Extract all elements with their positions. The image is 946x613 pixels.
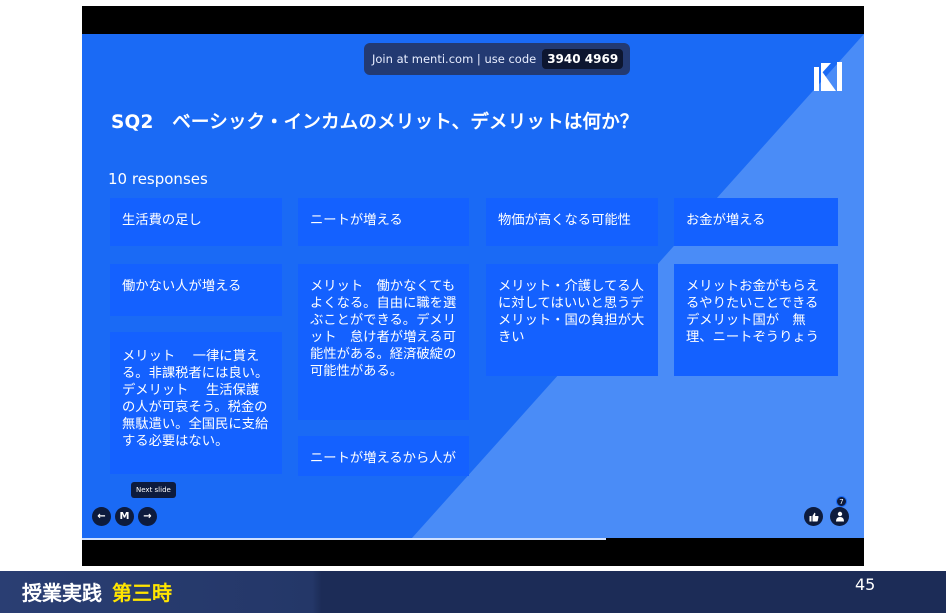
- audience-count-badge: 7: [836, 496, 847, 507]
- presentation-stage: Join at menti.com | use code 3940 4969 S…: [82, 6, 864, 566]
- response-card: メリットお金がもらえるやりたいことできるデメリット国が 無理、ニートぞうりょう: [674, 264, 838, 376]
- response-card: 働かない人が増える: [110, 264, 282, 316]
- footer-title: 授業実践 第三時: [22, 577, 172, 606]
- join-banner: Join at menti.com | use code 3940 4969: [364, 43, 631, 75]
- response-card: 生活費の足し: [110, 198, 282, 246]
- join-instructions: Join at menti.com | use code: [372, 52, 537, 66]
- slide: Join at menti.com | use code 3940 4969 S…: [82, 34, 864, 538]
- presenter-controls: ← M →: [92, 507, 157, 526]
- next-slide-button[interactable]: →: [138, 507, 157, 526]
- next-slide-tooltip: Next slide: [131, 482, 176, 498]
- thumbs-up-icon: [809, 512, 819, 521]
- response-card: メリット 一律に貰える。非課税者には良い。デメリット 生活保護の人が可哀そう。税…: [110, 332, 282, 474]
- response-card: 物価が高くなる可能性: [486, 198, 658, 246]
- mentimeter-logo-icon: [814, 62, 842, 91]
- menu-button[interactable]: M: [115, 507, 134, 526]
- reactions-button[interactable]: [804, 507, 823, 526]
- footer-title-accent: 第三時: [112, 581, 172, 605]
- stage-top-bar: [82, 6, 864, 34]
- page-number: 45: [855, 575, 876, 594]
- response-card: お金が増える: [674, 198, 838, 246]
- slide-progress-bar: [82, 538, 606, 540]
- response-card: メリット 働かなくてもよくなる。自由に職を選ぶことができる。デメリット 怠け者が…: [298, 264, 469, 420]
- previous-slide-button[interactable]: ←: [92, 507, 111, 526]
- response-count: 10 responses: [108, 170, 208, 188]
- question-title: SQ2 ベーシック・インカムのメリット、デメリットは何か？: [111, 112, 639, 133]
- response-card: ニートが増える: [298, 198, 469, 246]
- audience-button[interactable]: [830, 507, 849, 526]
- footer-title-main: 授業実践: [22, 581, 102, 605]
- response-card: ニートが増えるから人が: [298, 436, 469, 476]
- person-icon: [835, 511, 844, 522]
- join-code: 3940 4969: [542, 49, 624, 69]
- response-card: メリット・介護してる人に対してはいいと思うデメリット・国の負担が大きい: [486, 264, 658, 376]
- stage-bottom-bar: [82, 538, 864, 566]
